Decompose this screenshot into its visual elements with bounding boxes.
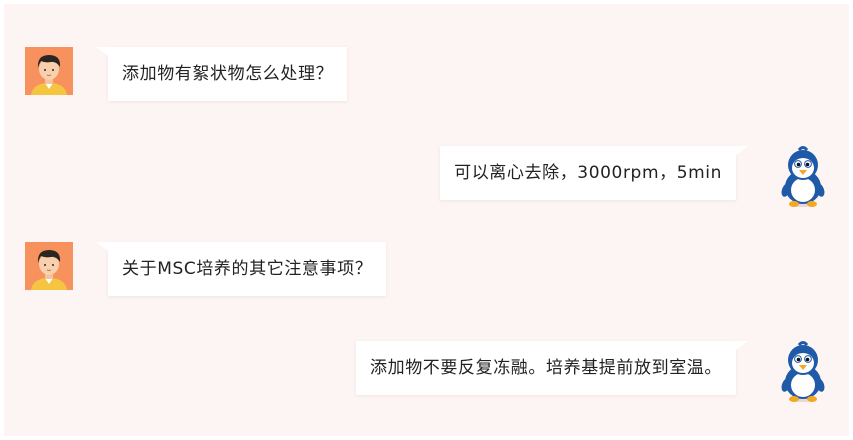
- message-text: 可以离心去除，3000rpm，5min: [454, 163, 722, 183]
- message-bubble-bot-1: 可以离心去除，3000rpm，5min: [440, 146, 748, 200]
- penguin-mascot-icon: [777, 340, 829, 404]
- chat-panel: 添加物有絮状物怎么处理？ 可以离心去除，3000rpm，5min 关于MSC培养…: [4, 4, 849, 436]
- message-text: 添加物不要反复冻融。培养基提前放到室温。: [370, 358, 722, 378]
- penguin-mascot-icon: [777, 145, 829, 209]
- message-text: 关于MSC培养的其它注意事项？: [122, 259, 373, 279]
- message-bubble-user-1: 添加物有絮状物怎么处理？: [95, 47, 348, 101]
- message-bubble-bot-2: 添加物不要反复冻融。培养基提前放到室温。: [356, 341, 748, 395]
- user-avatar-icon: [25, 47, 73, 95]
- message-bubble-user-2: 关于MSC培养的其它注意事项？: [95, 242, 387, 296]
- message-text: 添加物有絮状物怎么处理？: [122, 64, 334, 84]
- user-avatar-icon: [25, 242, 73, 290]
